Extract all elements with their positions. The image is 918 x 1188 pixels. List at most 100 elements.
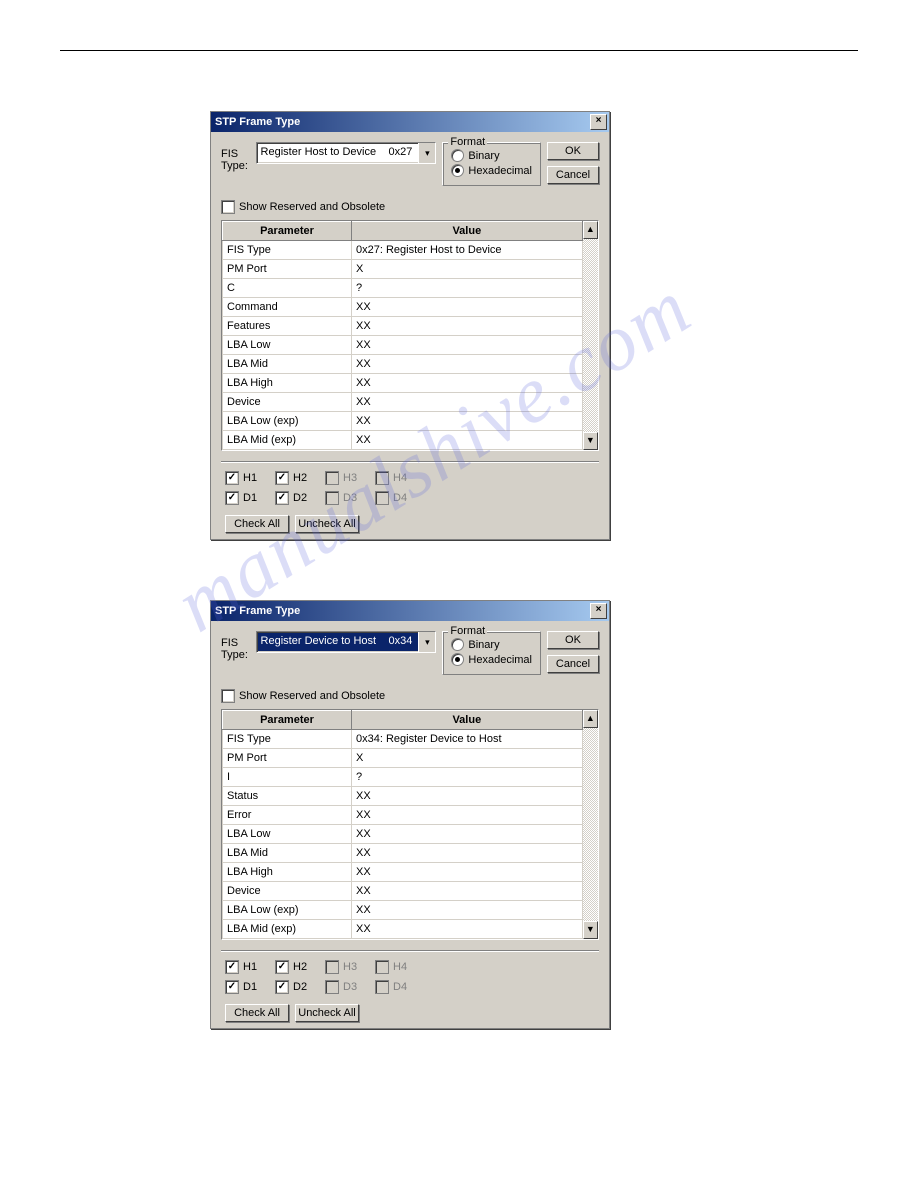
table-row[interactable]: LBA HighXX xyxy=(223,374,583,393)
cancel-button[interactable]: Cancel xyxy=(547,166,599,184)
vertical-scrollbar[interactable]: ▲▼ xyxy=(583,221,598,450)
show-reserved-checkbox[interactable] xyxy=(221,689,235,703)
chevron-down-icon[interactable] xyxy=(418,143,435,163)
cell-value: XX xyxy=(352,787,583,806)
table-row[interactable]: LBA LowXX xyxy=(223,336,583,355)
port-checkbox-label: D2 xyxy=(293,492,307,504)
table-row[interactable]: LBA Low (exp)XX xyxy=(223,901,583,920)
dialog-title: STP Frame Type xyxy=(215,605,300,617)
table-row[interactable]: ErrorXX xyxy=(223,806,583,825)
close-icon[interactable]: × xyxy=(590,114,607,130)
cell-parameter: Error xyxy=(223,806,352,825)
table-row[interactable]: LBA Mid (exp)XX xyxy=(223,431,583,450)
radio-hex-label: Hexadecimal xyxy=(468,654,532,666)
radio-hex[interactable] xyxy=(451,653,464,666)
table-row[interactable]: DeviceXX xyxy=(223,882,583,901)
radio-binary[interactable] xyxy=(451,638,464,651)
table-row[interactable]: LBA Low (exp)XX xyxy=(223,412,583,431)
scroll-down-icon[interactable]: ▼ xyxy=(583,921,598,939)
port-checkbox[interactable] xyxy=(275,491,289,505)
port-checkbox-label: D1 xyxy=(243,492,257,504)
cell-parameter: LBA High xyxy=(223,374,352,393)
check-all-button[interactable]: Check All xyxy=(225,1004,289,1022)
port-checkbox[interactable] xyxy=(225,491,239,505)
port-checkbox-label: D2 xyxy=(293,981,307,993)
port-checkbox[interactable] xyxy=(225,960,239,974)
cell-value: ? xyxy=(352,279,583,298)
port-check-grid: H1H2H3H4D1D2D3D4 xyxy=(225,960,599,994)
table-row[interactable]: PM PortX xyxy=(223,260,583,279)
radio-binary-label: Binary xyxy=(468,150,499,162)
ok-button[interactable]: OK xyxy=(547,631,599,649)
port-checkbox-label: D3 xyxy=(343,981,357,993)
port-checkbox-label: H1 xyxy=(243,961,257,973)
fis-type-combo[interactable]: Register Device to Host0x34 xyxy=(256,631,437,653)
table-row[interactable]: I? xyxy=(223,768,583,787)
chevron-down-icon[interactable] xyxy=(418,632,435,652)
table-row[interactable]: FIS Type0x34: Register Device to Host xyxy=(223,730,583,749)
table-row[interactable]: C? xyxy=(223,279,583,298)
separator xyxy=(221,461,599,463)
cell-parameter: FIS Type xyxy=(223,241,352,260)
ok-button[interactable]: OK xyxy=(547,142,599,160)
cell-value: X xyxy=(352,260,583,279)
cell-parameter: Status xyxy=(223,787,352,806)
table-row[interactable]: PM PortX xyxy=(223,749,583,768)
scroll-track[interactable] xyxy=(583,728,598,921)
cell-value: XX xyxy=(352,920,583,939)
scroll-track[interactable] xyxy=(583,239,598,432)
table-row[interactable]: DeviceXX xyxy=(223,393,583,412)
scroll-up-icon[interactable]: ▲ xyxy=(583,710,598,728)
port-checkbox xyxy=(375,960,389,974)
fis-type-combo[interactable]: Register Host to Device0x27 xyxy=(256,142,437,164)
port-checkbox xyxy=(325,960,339,974)
table-row[interactable]: FIS Type0x27: Register Host to Device xyxy=(223,241,583,260)
cell-value: XX xyxy=(352,431,583,450)
port-checkbox-label: D4 xyxy=(393,492,407,504)
vertical-scrollbar[interactable]: ▲▼ xyxy=(583,710,598,939)
table-row[interactable]: LBA MidXX xyxy=(223,844,583,863)
parameter-table-wrap: ParameterValueFIS Type0x27: Register Hos… xyxy=(221,220,599,451)
cell-value: XX xyxy=(352,317,583,336)
port-checkbox[interactable] xyxy=(275,980,289,994)
cell-value: XX xyxy=(352,393,583,412)
separator xyxy=(221,950,599,952)
table-row[interactable]: StatusXX xyxy=(223,787,583,806)
port-checkbox xyxy=(375,980,389,994)
table-row[interactable]: LBA MidXX xyxy=(223,355,583,374)
table-row[interactable]: FeaturesXX xyxy=(223,317,583,336)
show-reserved-checkbox[interactable] xyxy=(221,200,235,214)
col-value[interactable]: Value xyxy=(352,711,583,730)
table-row[interactable]: CommandXX xyxy=(223,298,583,317)
scroll-up-icon[interactable]: ▲ xyxy=(583,221,598,239)
table-row[interactable]: LBA HighXX xyxy=(223,863,583,882)
port-checkbox[interactable] xyxy=(225,980,239,994)
cell-parameter: PM Port xyxy=(223,260,352,279)
cell-parameter: LBA Mid xyxy=(223,355,352,374)
cell-parameter: FIS Type xyxy=(223,730,352,749)
col-parameter[interactable]: Parameter xyxy=(223,711,352,730)
format-groupbox: FormatBinaryHexadecimal xyxy=(442,142,541,186)
col-value[interactable]: Value xyxy=(352,222,583,241)
table-row[interactable]: LBA LowXX xyxy=(223,825,583,844)
uncheck-all-button[interactable]: Uncheck All xyxy=(295,515,359,533)
parameter-table: ParameterValueFIS Type0x34: Register Dev… xyxy=(222,710,583,939)
port-checkbox[interactable] xyxy=(275,960,289,974)
dialog-titlebar: STP Frame Type × xyxy=(211,112,609,132)
table-row[interactable]: LBA Mid (exp)XX xyxy=(223,920,583,939)
cell-value: XX xyxy=(352,882,583,901)
cell-value: 0x27: Register Host to Device xyxy=(352,241,583,260)
show-reserved-label: Show Reserved and Obsolete xyxy=(239,690,385,702)
uncheck-all-button[interactable]: Uncheck All xyxy=(295,1004,359,1022)
radio-binary[interactable] xyxy=(451,149,464,162)
dialog-title: STP Frame Type xyxy=(215,116,300,128)
close-icon[interactable]: × xyxy=(590,603,607,619)
check-all-button[interactable]: Check All xyxy=(225,515,289,533)
port-checkbox[interactable] xyxy=(275,471,289,485)
cancel-button[interactable]: Cancel xyxy=(547,655,599,673)
dialog-titlebar: STP Frame Type × xyxy=(211,601,609,621)
port-checkbox[interactable] xyxy=(225,471,239,485)
radio-hex[interactable] xyxy=(451,164,464,177)
col-parameter[interactable]: Parameter xyxy=(223,222,352,241)
scroll-down-icon[interactable]: ▼ xyxy=(583,432,598,450)
